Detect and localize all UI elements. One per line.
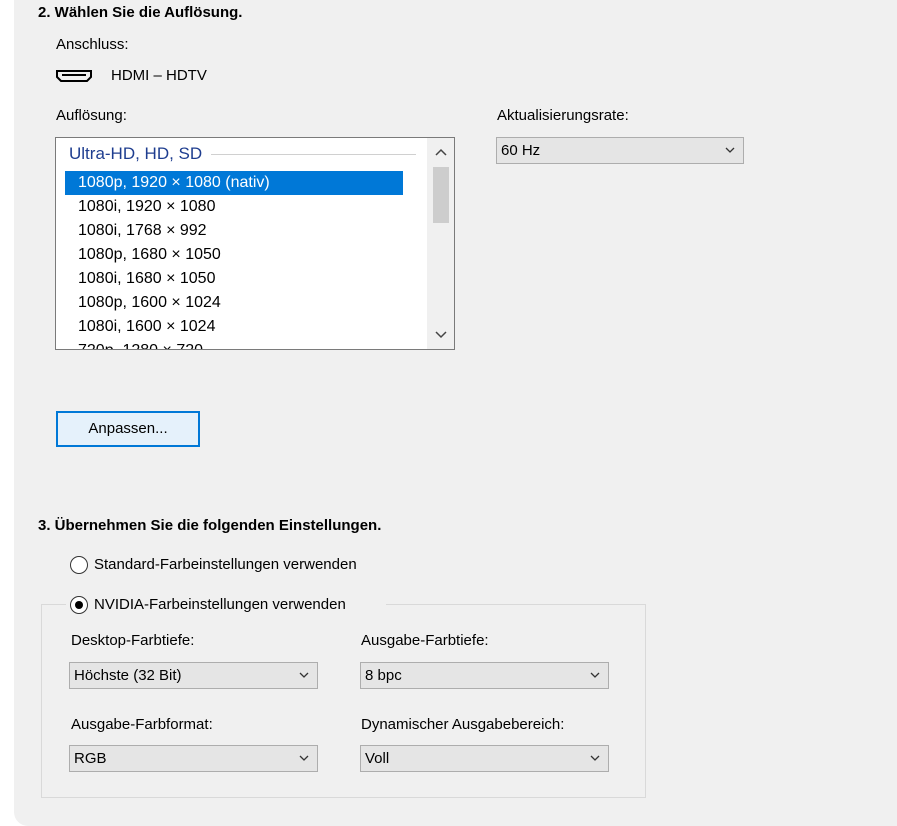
group-divider	[211, 154, 416, 155]
customize-button[interactable]: Anpassen...	[56, 411, 200, 447]
refresh-rate-label: Aktualisierungsrate:	[497, 107, 629, 124]
connection-label: Anschluss:	[56, 36, 129, 53]
list-item[interactable]: 720p, 1280 × 720	[65, 339, 403, 349]
output-depth-select[interactable]: 8 bpc	[360, 662, 609, 689]
radio-selected-dot	[75, 601, 83, 609]
output-format-select[interactable]: RGB	[69, 745, 318, 772]
chevron-down-icon	[299, 755, 309, 761]
resolution-group-header: Ultra-HD, HD, SD	[69, 144, 203, 163]
list-item[interactable]: 1080i, 1920 × 1080	[65, 195, 403, 219]
scroll-up-button[interactable]	[428, 139, 454, 165]
list-item[interactable]: 1080p, 1600 × 1024	[65, 291, 403, 315]
dynamic-range-select[interactable]: Voll	[360, 745, 609, 772]
output-format-value: RGB	[74, 750, 107, 767]
list-item[interactable]: 1080p, 1680 × 1050	[65, 243, 403, 267]
chevron-down-icon	[435, 331, 447, 339]
hdmi-connector-icon	[56, 70, 92, 82]
output-depth-label: Ausgabe-Farbtiefe:	[361, 632, 489, 649]
radio-nvidia-colors[interactable]	[70, 596, 88, 614]
dynamic-range-label: Dynamischer Ausgabebereich:	[361, 716, 565, 733]
output-depth-value: 8 bpc	[365, 667, 402, 684]
desktop-depth-value: Höchste (32 Bit)	[74, 667, 182, 684]
dynamic-range-value: Voll	[365, 750, 390, 767]
list-item[interactable]: 1080i, 1768 × 992	[65, 219, 403, 243]
section2-heading: 2. Wählen Sie die Auflösung.	[38, 4, 243, 21]
connection-value: HDMI – HDTV	[111, 67, 207, 84]
chevron-up-icon	[435, 148, 447, 156]
resolution-listbox[interactable]: Ultra-HD, HD, SD 1080p, 1920 × 1080 (nat…	[55, 137, 455, 350]
resolution-label: Auflösung:	[56, 107, 127, 124]
list-item[interactable]: 1080i, 1600 × 1024	[65, 315, 403, 339]
output-format-label: Ausgabe-Farbformat:	[71, 716, 213, 733]
scroll-down-button[interactable]	[428, 322, 454, 348]
scroll-thumb[interactable]	[433, 167, 449, 223]
desktop-depth-select[interactable]: Höchste (32 Bit)	[69, 662, 318, 689]
chevron-down-icon	[590, 755, 600, 761]
chevron-down-icon	[725, 147, 735, 153]
radio-nvidia-label[interactable]: NVIDIA-Farbeinstellungen verwenden	[94, 596, 346, 613]
section3-heading: 3. Übernehmen Sie die folgenden Einstell…	[38, 517, 382, 534]
radio-default-label[interactable]: Standard-Farbeinstellungen verwenden	[94, 556, 357, 573]
refresh-rate-value: 60 Hz	[501, 142, 541, 159]
resolution-list: 1080p, 1920 × 1080 (nativ) 1080i, 1920 ×…	[65, 171, 403, 349]
chevron-down-icon	[590, 672, 600, 678]
refresh-rate-select[interactable]: 60 Hz	[496, 137, 744, 164]
list-scrollbar[interactable]	[427, 138, 454, 349]
desktop-depth-label: Desktop-Farbtiefe:	[71, 632, 195, 649]
list-item[interactable]: 1080p, 1920 × 1080 (nativ)	[65, 171, 403, 195]
radio-default-colors[interactable]	[70, 556, 88, 574]
list-item[interactable]: 1080i, 1680 × 1050	[65, 267, 403, 291]
chevron-down-icon	[299, 672, 309, 678]
